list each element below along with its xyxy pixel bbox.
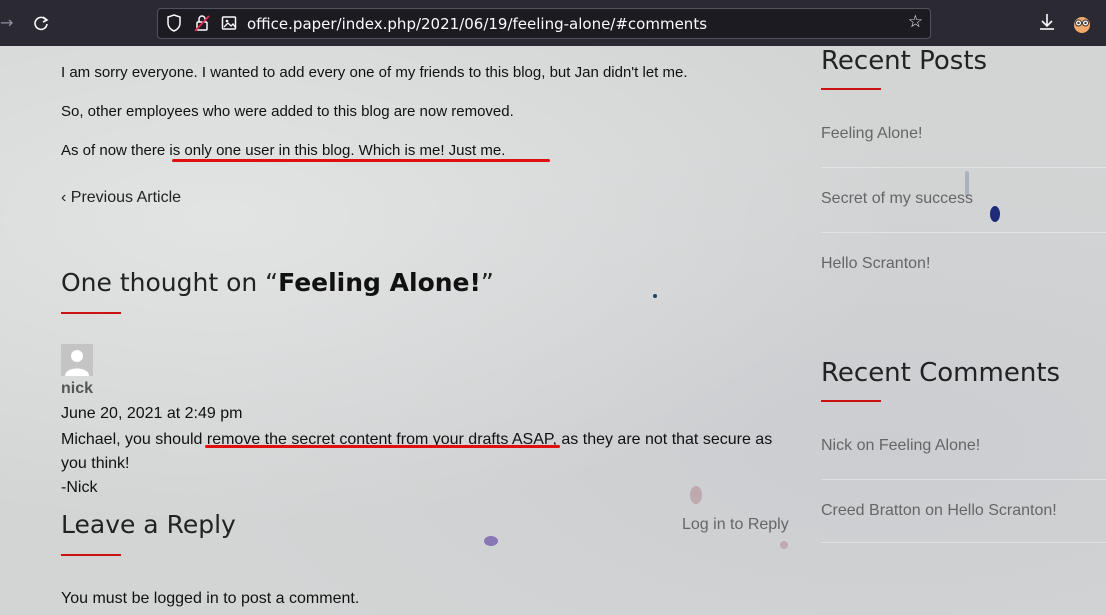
heading-rule bbox=[61, 312, 121, 314]
browser-toolbar: → office.paper/index.php/2021/06/19/feel… bbox=[0, 0, 1106, 47]
downloads-icon[interactable] bbox=[1037, 12, 1057, 34]
comment-line: you think! bbox=[61, 455, 130, 472]
account-icon[interactable] bbox=[1072, 14, 1092, 34]
address-bar[interactable]: office.paper/index.php/2021/06/19/feelin… bbox=[157, 8, 931, 39]
reload-icon[interactable] bbox=[32, 15, 50, 33]
divider bbox=[821, 542, 1106, 543]
divider bbox=[821, 232, 1106, 233]
recent-comment-on: on bbox=[856, 437, 875, 454]
paper-speck bbox=[653, 294, 657, 298]
insecure-lock-icon[interactable] bbox=[194, 14, 210, 32]
highlight-underline bbox=[172, 159, 550, 162]
post-paragraph: I am sorry everyone. I wanted to add eve… bbox=[61, 64, 688, 81]
default-avatar-icon bbox=[65, 350, 89, 376]
comment-line: Michael, you should remove the secret co… bbox=[61, 431, 773, 448]
comment-line: -Nick bbox=[61, 479, 98, 496]
forward-icon[interactable]: → bbox=[0, 12, 13, 34]
permissions-icon[interactable] bbox=[221, 14, 237, 32]
post-paragraph: So, other employees who were added to th… bbox=[61, 103, 514, 120]
shield-icon[interactable] bbox=[166, 14, 182, 32]
comment-body: Michael, you should remove the secret co… bbox=[61, 428, 781, 500]
login-required-notice: You must be logged in to post a comment. bbox=[61, 590, 360, 607]
comments-heading-prefix: One thought on “ bbox=[61, 268, 279, 297]
recent-comment-post[interactable]: Hello Scranton! bbox=[947, 502, 1056, 519]
post-paragraph: As of now there is only one user in this… bbox=[61, 142, 506, 159]
previous-article-link[interactable]: ‹ Previous Article bbox=[61, 189, 181, 207]
recent-comment-author[interactable]: Creed Bratton bbox=[821, 502, 921, 519]
heading-rule bbox=[61, 554, 121, 556]
paper-speck bbox=[990, 206, 1000, 222]
comment-date[interactable]: June 20, 2021 at 2:49 pm bbox=[61, 405, 242, 423]
paper-speck bbox=[484, 536, 498, 546]
page-content: I am sorry everyone. I wanted to add eve… bbox=[0, 46, 1106, 615]
divider bbox=[821, 479, 1106, 480]
recent-comment-on: on bbox=[925, 502, 943, 519]
comments-heading-title: Feeling Alone! bbox=[278, 268, 481, 297]
leave-reply-heading: Leave a Reply bbox=[61, 510, 236, 539]
recent-comment-item: Creed Bratton on Hello Scranton! bbox=[821, 502, 1057, 520]
comment-author[interactable]: nick bbox=[61, 380, 93, 398]
highlight-underline bbox=[205, 445, 560, 448]
recent-post-link[interactable]: Feeling Alone! bbox=[821, 125, 922, 143]
recent-comment-item: Nick on Feeling Alone! bbox=[821, 437, 980, 455]
bookmark-star-icon[interactable]: ☆ bbox=[908, 12, 923, 32]
login-to-reply-link[interactable]: Log in to Reply bbox=[682, 516, 789, 534]
divider bbox=[821, 167, 1106, 168]
recent-post-link[interactable]: Hello Scranton! bbox=[821, 255, 930, 273]
heading-rule bbox=[821, 88, 881, 90]
recent-comment-post[interactable]: Feeling Alone! bbox=[879, 437, 980, 454]
recent-posts-title: Recent Posts bbox=[821, 46, 988, 76]
avatar bbox=[61, 344, 93, 376]
recent-comment-author[interactable]: Nick bbox=[821, 437, 852, 454]
comments-heading: One thought on “Feeling Alone!” bbox=[61, 268, 494, 297]
comments-heading-suffix: ” bbox=[480, 268, 494, 297]
paper-speck bbox=[780, 541, 788, 549]
recent-post-link[interactable]: Secret of my success bbox=[821, 190, 973, 208]
recent-comments-title: Recent Comments bbox=[821, 358, 1061, 388]
url-text[interactable]: office.paper/index.php/2021/06/19/feelin… bbox=[247, 15, 707, 33]
heading-rule bbox=[821, 400, 881, 402]
